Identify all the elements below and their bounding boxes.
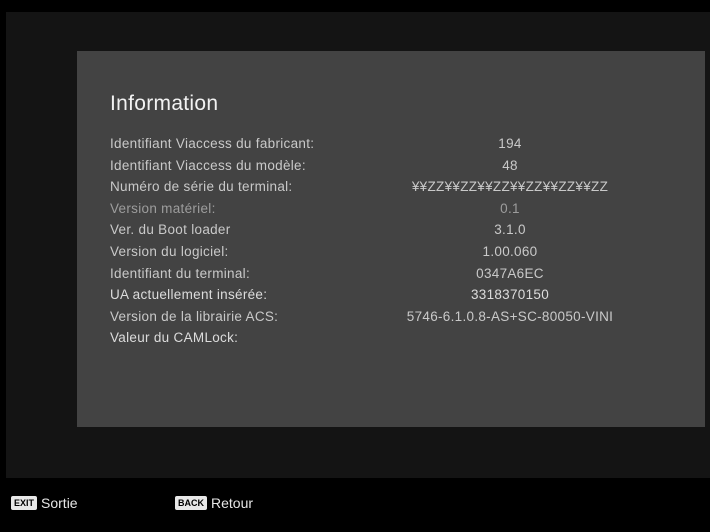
info-label: Valeur du CAMLock: [110,330,239,346]
info-value: 0.1 [500,200,520,216]
back-label: Retour [211,495,254,511]
info-row-inserted-ua: UA actuellement insérée: 3318370150 [77,287,705,309]
info-label: Version du logiciel: [110,243,229,259]
info-value: 48 [502,157,518,173]
exit-hint[interactable]: EXIT Sortie [11,495,78,511]
info-value: 0347A6EC [476,265,544,281]
info-label: Identifiant Viaccess du fabricant: [110,136,315,151]
info-row-terminal-id: Identifiant du terminal: 0347A6EC [77,266,705,288]
exit-label: Sortie [41,495,78,511]
info-label: Identifiant Viaccess du modèle: [110,157,306,173]
info-label: Version matériel: [110,200,216,216]
info-row-boot-loader-version: Ver. du Boot loader 3.1.0 [77,222,705,244]
back-hint[interactable]: BACK Retour [175,495,253,511]
info-value: 194 [498,136,522,151]
info-row-model-id: Identifiant Viaccess du modèle: 48 [77,158,705,180]
tv-screen: Information Identifiant Viaccess du fabr… [0,0,710,532]
info-row-software-version: Version du logiciel: 1.00.060 [77,244,705,266]
footer-bar: EXIT Sortie BACK Retour [0,478,710,532]
info-label: Numéro de série du terminal: [110,179,293,195]
info-row-serial-number: Numéro de série du terminal: ¥¥ZZ¥¥ZZ¥¥Z… [77,179,705,201]
panel-title: Information [110,92,219,115]
info-value: 3.1.0 [494,222,526,238]
info-label: UA actuellement insérée: [110,287,268,303]
back-key-icon: BACK [175,496,207,510]
info-row-manufacturer-id: Identifiant Viaccess du fabricant: 194 [77,136,705,158]
information-panel: Information Identifiant Viaccess du fabr… [77,51,705,427]
info-row-camlock-value: Valeur du CAMLock: [77,330,705,352]
info-label: Identifiant du terminal: [110,265,251,281]
info-label: Version de la librairie ACS: [110,308,279,324]
info-row-hardware-version: Version matériel: 0.1 [77,201,705,223]
info-label: Ver. du Boot loader [110,222,231,238]
info-value: 1.00.060 [482,243,538,259]
info-value: ¥¥ZZ¥¥ZZ¥¥ZZ¥¥ZZ¥¥ZZ¥¥ZZ [411,179,609,195]
info-value: 3318370150 [470,287,550,303]
info-list: Identifiant Viaccess du fabricant: 194 I… [77,136,705,352]
info-row-acs-library-version: Version de la librairie ACS: 5746-6.1.0.… [77,309,705,331]
exit-key-icon: EXIT [11,496,38,510]
info-value: 5746-6.1.0.8-AS+SC-80050-VINI [406,308,614,324]
